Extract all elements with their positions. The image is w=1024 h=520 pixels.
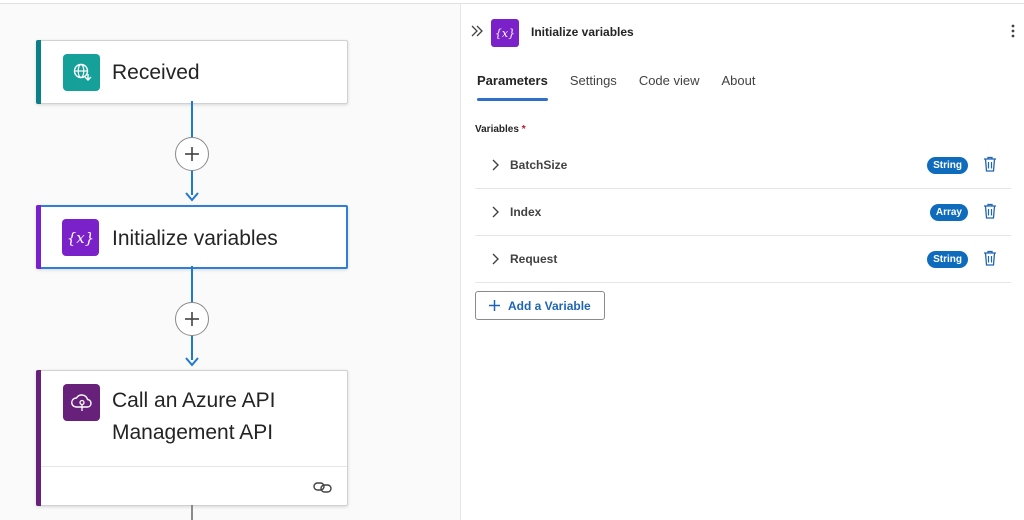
variables-label: Variables * xyxy=(475,124,526,135)
card-divider xyxy=(41,466,347,467)
variable-type-badge: String xyxy=(927,251,968,268)
variable-type-badge: Array xyxy=(929,204,968,221)
variables-label-text: Variables xyxy=(475,124,519,135)
globe-icon xyxy=(63,54,100,91)
variable-row[interactable]: Index Array xyxy=(475,189,1011,236)
tab-settings[interactable]: Settings xyxy=(570,72,617,102)
chevron-right-icon[interactable] xyxy=(491,253,501,265)
connection-link-icon[interactable] xyxy=(313,479,333,495)
insert-step-button[interactable] xyxy=(175,302,209,336)
panel-title: Initialize variables xyxy=(531,25,634,39)
delete-icon[interactable] xyxy=(981,202,999,220)
double-chevron-right-icon[interactable] xyxy=(470,25,484,37)
panel-header: {x} Initialize variables xyxy=(461,4,1024,56)
panel-tabs: Parameters Settings Code view About xyxy=(477,72,756,102)
required-marker: * xyxy=(521,124,526,135)
add-variable-label: Add a Variable xyxy=(508,298,591,313)
workflow-canvas[interactable]: Received {x} Initialize variables Call a… xyxy=(0,4,460,520)
tab-code-view[interactable]: Code view xyxy=(639,72,700,102)
variable-type-badge: String xyxy=(927,157,968,174)
card-title: Initialize variables xyxy=(112,227,278,250)
insert-step-button[interactable] xyxy=(175,137,209,171)
trigger-card-received[interactable]: Received xyxy=(36,40,348,104)
card-title: Call an Azure API Management API xyxy=(112,389,276,444)
variable-row[interactable]: Request String xyxy=(475,236,1011,283)
plus-icon xyxy=(185,312,199,326)
action-card-initialize-variables[interactable]: {x} Initialize variables xyxy=(36,205,348,269)
card-title: Received xyxy=(112,61,200,84)
variable-icon-glyph: {x} xyxy=(494,26,516,40)
variable-icon: {x} xyxy=(491,19,519,47)
variable-name: Request xyxy=(510,252,558,266)
plus-icon xyxy=(185,147,199,161)
add-variable-button[interactable]: Add a Variable xyxy=(475,291,605,320)
chevron-right-icon[interactable] xyxy=(491,206,501,218)
arrow-down-icon xyxy=(185,357,199,367)
variable-name: Index xyxy=(510,205,542,219)
variable-name: BatchSize xyxy=(510,158,568,172)
arrow-down-icon xyxy=(185,192,199,202)
connector-line xyxy=(191,505,193,520)
delete-icon[interactable] xyxy=(981,155,999,173)
card-accent-stripe xyxy=(36,370,41,506)
chevron-right-icon[interactable] xyxy=(491,159,501,171)
delete-icon[interactable] xyxy=(981,249,999,267)
details-panel: {x} Initialize variables Parameters Sett… xyxy=(460,4,1024,520)
variable-row[interactable]: BatchSize String xyxy=(475,142,1011,189)
variable-icon: {x} xyxy=(62,219,99,256)
tab-parameters[interactable]: Parameters xyxy=(477,72,548,102)
card-accent-stripe xyxy=(36,40,41,104)
plus-icon xyxy=(489,300,500,311)
cloud-api-icon xyxy=(63,384,100,421)
more-options-icon[interactable] xyxy=(1011,23,1015,39)
tab-about[interactable]: About xyxy=(722,72,756,102)
action-card-call-azure-api[interactable]: Call an Azure API Management API xyxy=(36,370,348,506)
card-accent-stripe xyxy=(36,205,41,269)
